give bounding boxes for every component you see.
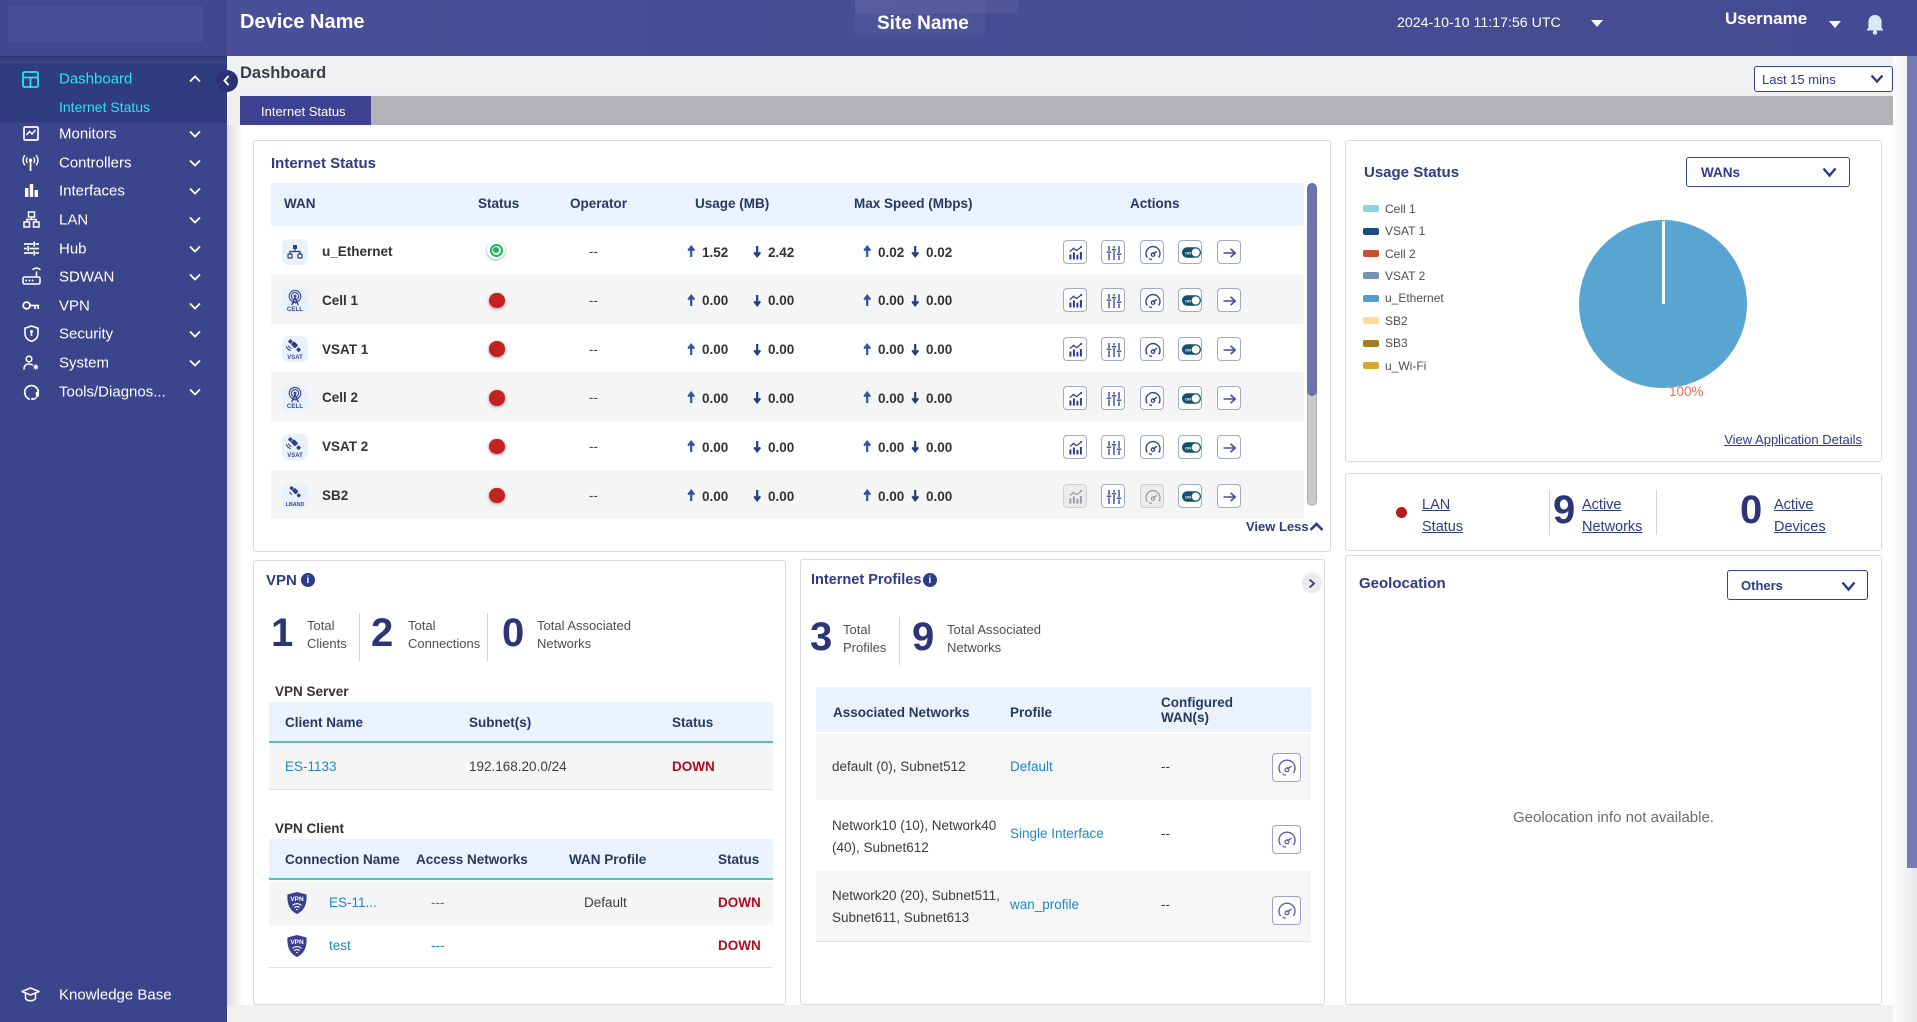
- svg-text:VSAT: VSAT: [287, 355, 303, 360]
- svg-text:ON: ON: [1185, 250, 1191, 255]
- svg-text:ON: ON: [1185, 397, 1191, 402]
- svg-text:VPN: VPN: [290, 896, 304, 903]
- svg-text:VPN: VPN: [290, 939, 304, 946]
- svg-text:LBAND: LBAND: [286, 502, 305, 507]
- svg-text:ON: ON: [1185, 494, 1191, 499]
- svg-text:CELL: CELL: [287, 403, 303, 409]
- svg-text:ON: ON: [1185, 299, 1191, 304]
- svg-text:CELL: CELL: [287, 306, 303, 312]
- svg-text:VSAT: VSAT: [287, 453, 303, 458]
- svg-text:ON: ON: [1185, 348, 1191, 353]
- svg-text:ON: ON: [1185, 445, 1191, 450]
